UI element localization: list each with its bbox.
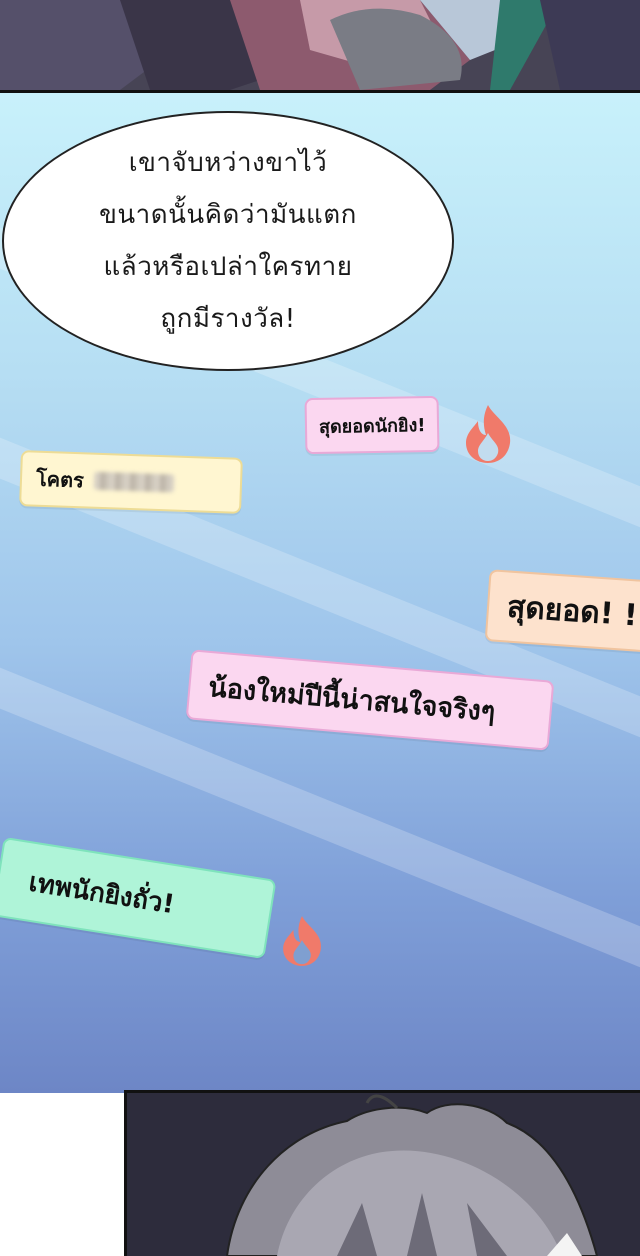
speech-line: แล้วหรือเปล่าใครทาย: [103, 252, 353, 282]
flame-icon: [466, 405, 511, 463]
bottom-comic-panel: [124, 1090, 640, 1256]
speech-line: เขาจับหว่างขาไว้: [128, 148, 328, 178]
blurred-text: [93, 471, 175, 493]
speech-line: ขนาดนั้นคิดว่ามันแตก: [99, 200, 357, 230]
top-panel-art: [0, 0, 640, 90]
comment-text: น้องใหม่ปีนี้น่าสนใจจริงๆ: [207, 671, 497, 728]
comment-chip-damn: โคตร: [19, 450, 243, 514]
speech-line: ถูกมีรางวัล!: [160, 304, 296, 334]
comment-text: สุดยอดนักยิง!: [318, 414, 426, 438]
speech-bubble: เขาจับหว่างขาไว้ ขนาดนั้นคิดว่ามันแตก แล…: [2, 111, 454, 371]
comment-text: โคตร: [35, 466, 85, 493]
flame-icon: [283, 916, 321, 966]
comment-chip-awesome: สุดยอด! !: [484, 569, 640, 653]
comment-text: สุดยอด! !: [505, 589, 639, 634]
character-hair-art: [127, 1093, 640, 1256]
comment-chip-great-shooter: สุดยอดนักยิง!: [304, 395, 440, 455]
top-comic-panel: [0, 0, 640, 93]
comment-text: เทพนักยิงถั่ว!: [26, 867, 177, 920]
main-comic-panel: เขาจับหว่างขาไว้ ขนาดนั้นคิดว่ามันแตก แล…: [0, 93, 640, 1093]
comment-chip-bean-shooter: เทพนักยิงถั่ว!: [0, 836, 277, 960]
